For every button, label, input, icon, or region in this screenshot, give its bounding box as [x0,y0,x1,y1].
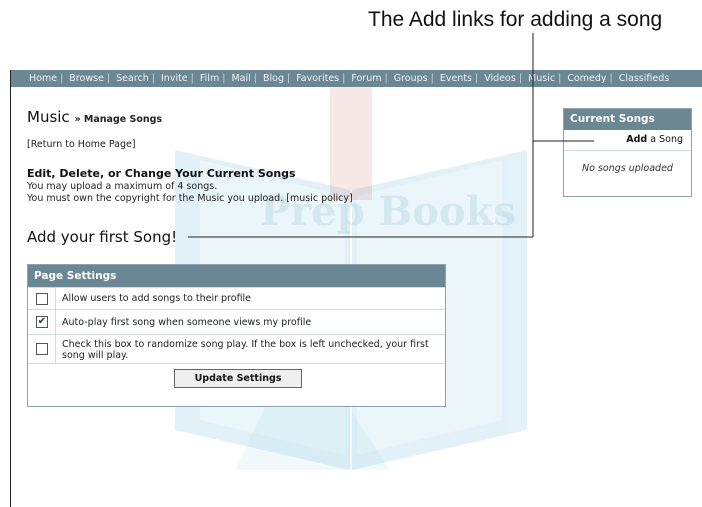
page-settings-header: Page Settings [28,265,445,287]
allow-add-checkbox[interactable] [36,292,48,305]
copyright-info: You must own the copyright for the Music… [27,193,353,204]
nav-item-film[interactable]: Film [200,73,219,84]
breadcrumb: » Manage Songs [74,114,163,125]
setting-row-autoplay: ✔ Auto-play first song when someone view… [28,309,445,334]
nav-item-videos[interactable]: Videos [484,73,516,84]
nav-item-events[interactable]: Events [440,73,472,84]
setting-row-randomize: Check this box to randomize song play. I… [28,334,445,363]
randomize-checkbox[interactable] [36,343,48,355]
add-song-bold: Add [626,134,648,145]
nav-item-home[interactable]: Home [29,73,57,84]
autoplay-label: Auto-play first song when someone views … [62,317,312,328]
nav-item-forum[interactable]: Forum [351,73,381,84]
allow-add-label: Allow users to add songs to their profil… [62,293,252,304]
add-song-link[interactable]: Add a Song [564,130,691,151]
current-songs-box: Current Songs Add a Song No songs upload… [563,108,692,197]
setting-row-allow-add: Allow users to add songs to their profil… [28,287,445,309]
no-songs-text: No songs uploaded [582,163,673,174]
nav-item-browse[interactable]: Browse [69,73,104,84]
autoplay-checkbox[interactable]: ✔ [36,316,48,328]
nav-item-classifieds[interactable]: Classifieds [619,73,669,84]
return-home-link[interactable]: [Return to Home Page] [27,139,136,150]
music-policy-link[interactable]: [music policy] [286,193,353,204]
add-song-rest: a Song [647,134,683,145]
content-left-rule [10,70,11,507]
page-settings-panel: Page Settings Allow users to add songs t… [27,264,446,407]
copyright-info-text: You must own the copyright for the Music… [27,193,284,204]
update-settings-button[interactable]: Update Settings [174,369,302,388]
max-songs-info: You may upload a maximum of 4 songs. [27,181,218,192]
nav-item-mail[interactable]: Mail [231,73,250,84]
add-first-song-link[interactable]: Add your first Song! [27,228,177,246]
nav-item-search[interactable]: Search [116,73,149,84]
page-title-text: Music [27,108,70,126]
top-navigation-bar: Home | Browse | Search | Invite | Film | Mail… [11,70,702,87]
nav-item-music[interactable]: Music [528,73,555,84]
nav-item-comedy[interactable]: Comedy [567,73,606,84]
page-title: Music » Manage Songs [27,108,162,126]
randomize-label: Check this box to randomize song play. I… [62,339,429,361]
settings-button-row: Update Settings [28,363,445,389]
nav-item-groups[interactable]: Groups [394,73,428,84]
nav-item-favorites[interactable]: Favorites [296,73,339,84]
nav-item-invite[interactable]: Invite [161,73,188,84]
nav-item-blog[interactable]: Blog [263,73,284,84]
callout-title: The Add links for adding a song [368,8,663,31]
edit-songs-heading: Edit, Delete, or Change Your Current Son… [27,167,296,180]
current-songs-header: Current Songs [564,109,691,130]
